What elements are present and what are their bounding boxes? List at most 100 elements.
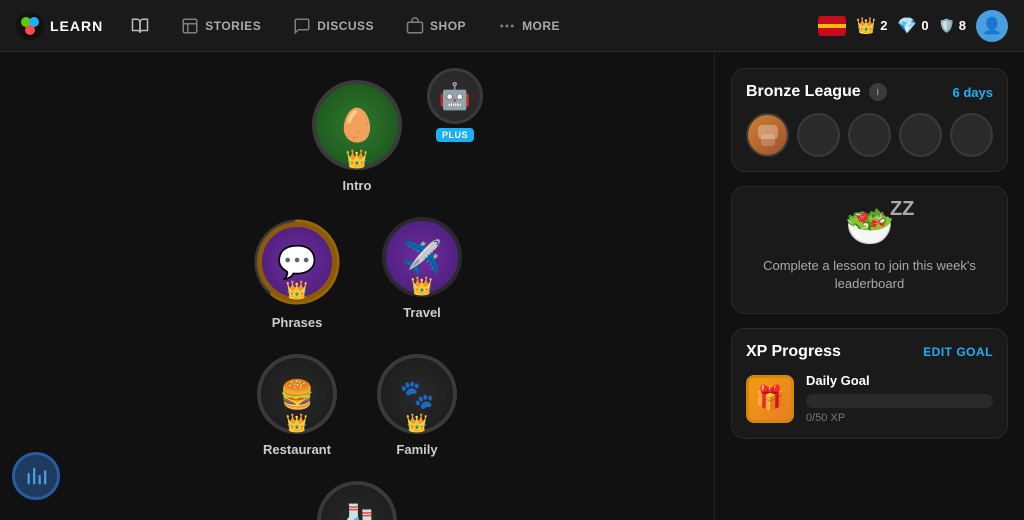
xp-bar-section: Daily Goal 0/50 XP (806, 373, 993, 424)
intro-crown-badge: 👑 (346, 149, 368, 170)
xp-progress-bar-bg (806, 394, 993, 408)
nav-stories-label: STORIES (205, 19, 261, 33)
intro-label: Intro (343, 178, 372, 193)
sleep-text: Complete a lesson to join this week'slea… (763, 257, 976, 293)
book-icon (131, 17, 149, 35)
bar-chart-icon (25, 465, 47, 487)
xp-content: 🎁 Daily Goal 0/50 XP (746, 373, 993, 424)
gem-stat[interactable]: 💎 0 (897, 16, 928, 36)
league-card: Bronze League i 6 days (731, 68, 1008, 172)
nav-item-learn[interactable] (119, 11, 161, 41)
bottom-circle: 🧦 (317, 481, 397, 520)
xp-title: XP Progress (746, 343, 841, 361)
travel-circle: ✈️ 👑 (382, 217, 462, 297)
shield-stat[interactable]: 🛡️ 8 (939, 18, 966, 34)
family-label: Family (396, 442, 437, 457)
xp-edit-button[interactable]: EDIT GOAL (923, 345, 993, 359)
xp-goal-label: Daily Goal (806, 373, 993, 388)
xp-chest-icon: 🎁 (746, 375, 794, 423)
league-days: 6 days (953, 85, 993, 100)
family-crown-badge: 👑 (406, 413, 428, 434)
language-flag[interactable] (818, 16, 846, 36)
travel-label: Travel (403, 305, 441, 320)
lesson-node-restaurant[interactable]: 🍔 👑 Restaurant (257, 354, 337, 457)
league-avatar-4[interactable] (899, 113, 942, 157)
crown-count: 2 (880, 18, 887, 33)
sock-icon: 🧦 (337, 502, 377, 520)
nav-item-shop[interactable]: SHOP (394, 11, 478, 41)
lesson-node-family[interactable]: 🐾 👑 Family (377, 354, 457, 457)
league-avatar-3[interactable] (848, 113, 891, 157)
strength-button[interactable] (12, 452, 60, 500)
phrases-ring-container: 💬 👑 (252, 217, 342, 307)
xp-progress-card: XP Progress EDIT GOAL 🎁 Daily Goal 0/50 … (731, 328, 1008, 439)
lesson-node-intro[interactable]: 🥚 👑 Intro (312, 80, 402, 193)
sleep-visual: 🥗 ZZ (845, 207, 895, 247)
league-avatar-5[interactable] (950, 113, 993, 157)
paw-icon: 🐾 (400, 378, 435, 411)
plane-icon: ✈️ (402, 238, 442, 276)
shop-icon (406, 17, 424, 35)
lesson-node-travel[interactable]: ✈️ 👑 Travel (382, 217, 462, 330)
info-icon: i (877, 87, 879, 98)
lesson-row-2: 💬 👑 Phrases ✈️ 👑 Travel (252, 217, 462, 330)
nav-item-discuss[interactable]: DISCUSS (281, 11, 386, 41)
league-title: Bronze League (746, 83, 861, 101)
phrases-circle: 💬 👑 (257, 222, 337, 302)
travel-crown-badge: 👑 (411, 276, 433, 297)
nav-item-stories[interactable]: STORIES (169, 11, 273, 41)
lesson-row-4: 🧦 (317, 481, 397, 520)
sleeping-food-icon: 🥗 (845, 205, 895, 249)
nav-item-more[interactable]: MORE (486, 11, 572, 41)
lesson-row-3: 🍔 👑 Restaurant 🐾 👑 Family (257, 354, 457, 457)
phrases-crown-badge: 👑 (286, 280, 308, 301)
plus-circle: 🤖 (427, 68, 483, 124)
league-header: Bronze League i 6 days (746, 83, 993, 101)
family-circle: 🐾 👑 (377, 354, 457, 434)
restaurant-circle: 🍔 👑 (257, 354, 337, 434)
speech-icon: 💬 (277, 243, 317, 281)
league-avatar-1[interactable] (746, 113, 789, 157)
navbar: LEARN STORIES DISCUSS SHOP MORE 👑 2 💎 0 (0, 0, 1024, 52)
nav-logo[interactable]: LEARN (16, 12, 103, 40)
stories-icon (181, 17, 199, 35)
right-panel: Bronze League i 6 days (714, 52, 1024, 520)
nav-right: 👑 2 💎 0 🛡️ 8 👤 (818, 10, 1008, 42)
crown-stat[interactable]: 👑 2 (856, 16, 887, 36)
league-info-button[interactable]: i (869, 83, 887, 101)
leaderboard-sleep-card: 🥗 ZZ Complete a lesson to join this week… (731, 186, 1008, 314)
egg-icon: 🥚 (337, 106, 377, 144)
intro-circle: 🥚 👑 (312, 80, 402, 170)
restaurant-crown-badge: 👑 (286, 413, 308, 434)
duolingo-logo-icon (16, 12, 44, 40)
zzz-icon: ZZ (890, 199, 914, 219)
shield-icon: 🛡️ (939, 18, 955, 34)
xp-header: XP Progress EDIT GOAL (746, 343, 993, 361)
phrases-label: Phrases (272, 315, 323, 330)
lesson-node-phrases[interactable]: 💬 👑 Phrases (252, 217, 342, 330)
nav-more-label: MORE (522, 19, 560, 33)
lesson-row-1: 🥚 👑 Intro (312, 80, 402, 193)
crown-icon: 👑 (856, 16, 876, 36)
plus-badge: PLUS (436, 128, 474, 142)
discuss-icon (293, 17, 311, 35)
robot-face-icon: 🤖 (439, 81, 471, 112)
avatar-icon-1 (753, 120, 783, 150)
course-map: 🤖 PLUS 🥚 👑 Intro (0, 52, 714, 520)
burger-icon: 🍔 (280, 378, 315, 411)
nav-shop-label: SHOP (430, 19, 466, 33)
league-avatar-2[interactable] (797, 113, 840, 157)
restaurant-label: Restaurant (263, 442, 331, 457)
nav-discuss-label: DISCUSS (317, 19, 374, 33)
user-avatar[interactable]: 👤 (976, 10, 1008, 42)
lesson-node-bottom[interactable]: 🧦 (317, 481, 397, 520)
plus-button[interactable]: 🤖 PLUS (427, 68, 483, 142)
league-title-row: Bronze League i (746, 83, 887, 101)
shield-count: 8 (959, 18, 966, 33)
xp-count: 0/50 XP (806, 412, 993, 424)
gem-icon: 💎 (897, 16, 917, 36)
league-avatars (746, 113, 993, 157)
gem-count: 0 (921, 18, 928, 33)
main-container: 🤖 PLUS 🥚 👑 Intro (0, 52, 1024, 520)
nav-brand-label: LEARN (50, 18, 103, 34)
